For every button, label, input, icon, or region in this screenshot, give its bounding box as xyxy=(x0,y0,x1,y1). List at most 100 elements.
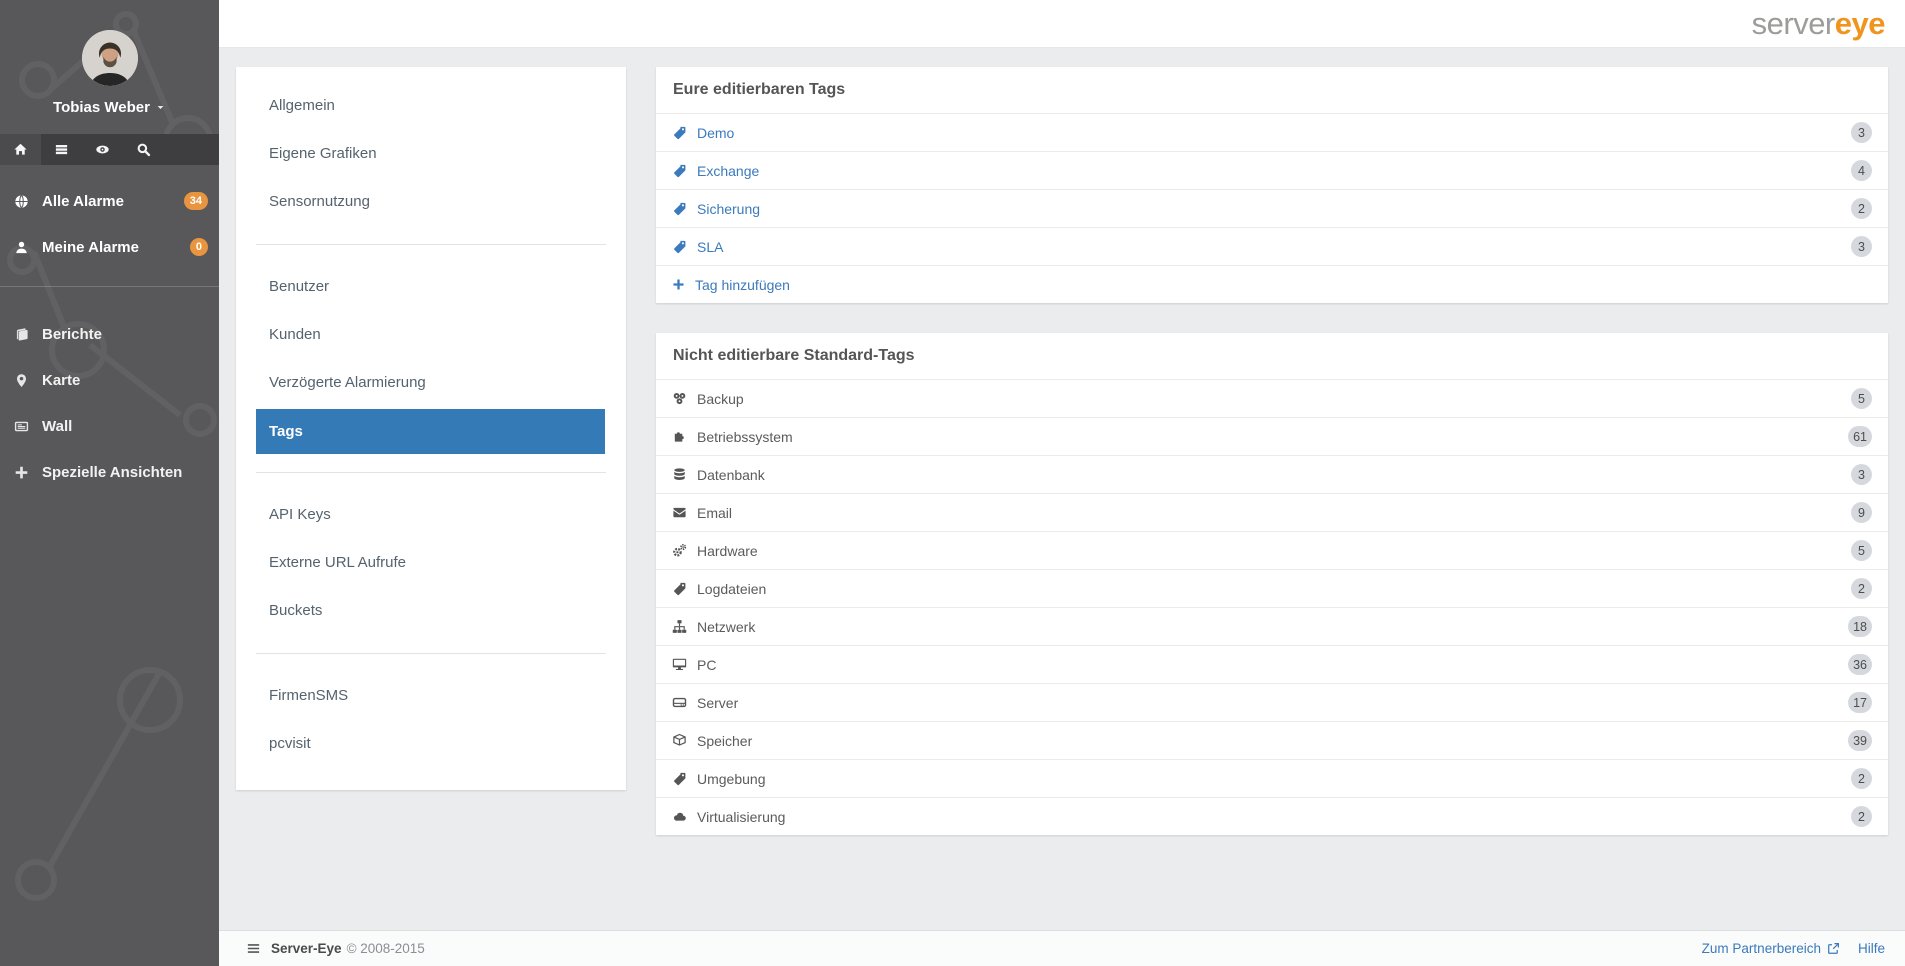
standard-tag-row: Email 9 xyxy=(656,493,1888,531)
settings-menu-item[interactable]: Verzögerte Alarmierung xyxy=(236,359,626,407)
tag-row[interactable]: Demo 3 xyxy=(656,113,1888,151)
settings-menu-item[interactable]: Externe URL Aufrufe xyxy=(236,539,626,587)
standard-tag-label: Email xyxy=(697,504,733,521)
sitemap-icon xyxy=(672,619,687,634)
list-icon xyxy=(54,142,69,157)
tag-count-badge: 2 xyxy=(1851,806,1872,827)
editable-tags-panel: Eure editierbaren Tags Demo 3 Exchange 4 xyxy=(656,67,1888,303)
settings-menu-label: Benutzer xyxy=(269,278,330,295)
sidebar-nav-item[interactable]: Wall xyxy=(0,403,219,449)
nav-label: Spezielle Ansichten xyxy=(42,463,183,481)
standard-tag-row: Betriebssystem 61 xyxy=(656,417,1888,455)
sidebar-alarm-item[interactable]: Meine Alarme 0 xyxy=(0,232,219,262)
settings-menu-item[interactable]: pcvisit xyxy=(236,720,626,768)
settings-group-api: API Keys Externe URL Aufrufe Buckets xyxy=(236,491,626,635)
tag-icon xyxy=(672,201,687,216)
caret-down-icon xyxy=(155,102,166,113)
sidebar-tool[interactable] xyxy=(41,134,82,165)
settings-menu-item[interactable]: API Keys xyxy=(236,491,626,539)
sidebar-tool[interactable] xyxy=(82,134,123,165)
sidebar-nav-item[interactable]: Berichte xyxy=(0,311,219,357)
editable-tags-list: Demo 3 Exchange 4 Sicherung 2 SLA 3 xyxy=(656,113,1888,265)
footer-links: Zum Partnerbereich Hilfe xyxy=(1702,941,1885,956)
nav-label: Berichte xyxy=(42,325,103,343)
user-menu[interactable]: Tobias Weber xyxy=(53,99,166,116)
add-tag-row[interactable]: Tag hinzufügen xyxy=(656,265,1888,303)
avatar[interactable] xyxy=(81,30,138,86)
sidebar-alarm-item[interactable]: Alle Alarme 34 xyxy=(0,186,219,216)
tag-count-badge: 3 xyxy=(1851,236,1872,257)
tag-row[interactable]: Sicherung 2 xyxy=(656,189,1888,227)
settings-group-services: FirmenSMS pcvisit xyxy=(236,672,626,768)
help-link[interactable]: Hilfe xyxy=(1858,941,1885,956)
standard-tag-label: Netzwerk xyxy=(697,618,756,635)
tag-link[interactable]: Sicherung xyxy=(697,201,760,217)
help-link-label: Hilfe xyxy=(1857,941,1885,956)
sidebar-nav-item[interactable]: Karte xyxy=(0,357,219,403)
tag-row[interactable]: SLA 3 xyxy=(656,227,1888,265)
logo-text-server: server xyxy=(1751,6,1836,41)
settings-menu-label: API Keys xyxy=(269,506,331,523)
standard-tag-label: Speicher xyxy=(697,732,753,749)
standard-tag-label: Datenbank xyxy=(697,466,765,483)
plus-icon xyxy=(672,278,685,291)
sidebar-tool[interactable] xyxy=(0,134,41,165)
standard-tag-row: Netzwerk 18 xyxy=(656,607,1888,645)
standard-tag-label: Backup xyxy=(697,390,744,407)
desktop-icon xyxy=(672,657,687,672)
standard-tag-row: Umgebung 2 xyxy=(656,759,1888,797)
alarm-label: Alle Alarme xyxy=(42,192,124,210)
tag-link[interactable]: Exchange xyxy=(697,163,759,179)
settings-menu-item[interactable]: Allgemein xyxy=(236,82,626,130)
standard-tag-row: Logdateien 2 xyxy=(656,569,1888,607)
settings-menu-item[interactable]: Sensornutzung xyxy=(236,178,626,226)
nav-label: Karte xyxy=(42,371,81,389)
tag-count-badge: 9 xyxy=(1851,502,1872,523)
standard-tag-label: Virtualisierung xyxy=(697,808,786,825)
gears-icon xyxy=(672,543,687,558)
nav-label: Wall xyxy=(42,417,73,435)
envelope-icon xyxy=(672,505,687,520)
settings-menu-item[interactable]: Benutzer xyxy=(236,263,626,311)
add-tag-link[interactable]: Tag hinzufügen xyxy=(695,277,790,293)
settings-menu-label: Buckets xyxy=(269,602,323,619)
partner-area-link[interactable]: Zum Partnerbereich xyxy=(1702,941,1840,956)
standard-tag-row: Backup 5 xyxy=(656,379,1888,417)
footer-brand: Server-Eye xyxy=(271,941,342,956)
settings-menu-item[interactable]: FirmenSMS xyxy=(236,672,626,720)
tag-link[interactable]: SLA xyxy=(697,239,723,255)
cube-icon xyxy=(672,733,687,748)
sidebar-divider xyxy=(0,286,219,287)
newspaper-icon xyxy=(14,419,29,434)
standard-tag-label: Betriebssystem xyxy=(697,428,793,445)
settings-group-accounts: Benutzer Kunden Verzögerte Alarmierung T… xyxy=(236,263,626,454)
tag-link[interactable]: Demo xyxy=(697,125,734,141)
tag-icon xyxy=(672,125,687,140)
harddrive-icon xyxy=(672,695,687,710)
settings-menu-item[interactable]: Buckets xyxy=(236,587,626,635)
standard-tag-row: Speicher 39 xyxy=(656,721,1888,759)
menu-divider xyxy=(256,472,606,473)
tag-count-badge: 5 xyxy=(1851,540,1872,561)
alarm-count-badge: 34 xyxy=(183,192,208,210)
servereye-logo: servereye xyxy=(1751,6,1886,41)
standard-tag-label: Hardware xyxy=(697,542,758,559)
partner-link-label: Zum Partnerbereich xyxy=(1701,941,1821,956)
settings-menu-label: Allgemein xyxy=(269,97,335,114)
cloud-icon xyxy=(672,809,687,824)
tag-row[interactable]: Exchange 4 xyxy=(656,151,1888,189)
settings-menu-item[interactable]: Kunden xyxy=(236,311,626,359)
hamburger-icon[interactable] xyxy=(246,941,261,956)
settings-menu-item[interactable]: Tags xyxy=(256,409,605,454)
settings-menu-label: pcvisit xyxy=(269,735,311,752)
sidebar-nav: Berichte Karte Wall Spezielle Ansichten xyxy=(0,311,219,495)
globe-icon xyxy=(14,194,29,209)
tag-count-badge: 2 xyxy=(1851,198,1872,219)
settings-menu-item[interactable]: Eigene Grafiken xyxy=(236,130,626,178)
external-link-icon xyxy=(1827,942,1840,955)
sidebar-nav-item[interactable]: Spezielle Ansichten xyxy=(0,449,219,495)
menu-divider xyxy=(256,653,606,654)
standard-tag-label: Umgebung xyxy=(697,770,766,787)
standard-tag-row: Virtualisierung 2 xyxy=(656,797,1888,835)
sidebar-tool[interactable] xyxy=(123,134,164,165)
